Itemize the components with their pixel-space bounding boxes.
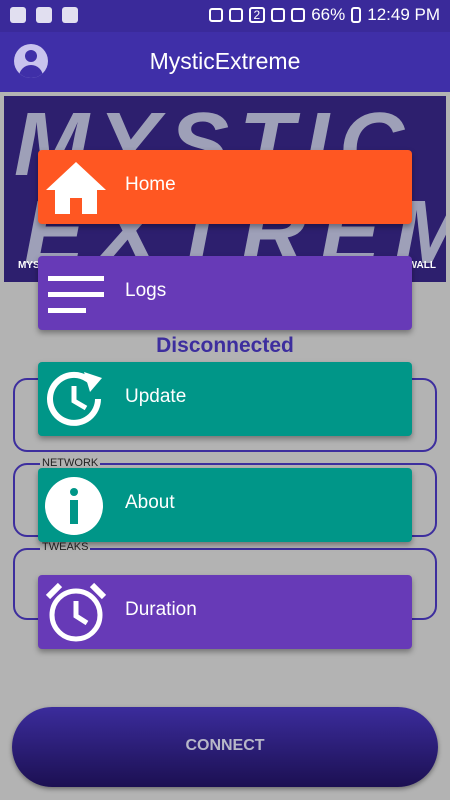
menu-item-home[interactable]: Home: [38, 150, 412, 224]
image-icon: [62, 7, 78, 23]
signal-icon: [271, 8, 286, 22]
home-icon: [46, 162, 106, 214]
alarm-icon: [208, 8, 223, 22]
update-icon: [47, 371, 102, 426]
app-bar: MysticExtreme: [0, 32, 450, 92]
menu-item-label: Update: [125, 386, 187, 407]
banner-tag-left: MYS: [18, 260, 40, 271]
messenger-icon: [36, 7, 52, 23]
wifi-icon: [228, 8, 243, 22]
connect-button-label: CONNECT: [185, 737, 265, 754]
connection-status: Disconnected: [156, 334, 294, 357]
tweaks-label: TWEAKS: [40, 541, 91, 553]
connect-button[interactable]: CONNECT: [12, 707, 438, 787]
status-bar: 2 66% 12:49 PM: [0, 0, 450, 32]
sim-indicator: 2: [248, 7, 266, 23]
notification-icons: [10, 7, 78, 23]
messenger-icon: [10, 7, 26, 23]
menu-item-label: Logs: [125, 280, 167, 301]
battery-text: 66%: [311, 5, 346, 24]
menu-item-about[interactable]: About: [38, 468, 412, 542]
clock: 12:49 PM: [367, 5, 440, 24]
app-title: MysticExtreme: [149, 48, 301, 74]
menu-item-label: Duration: [125, 599, 197, 620]
mute-icon: [291, 8, 306, 22]
info-icon: [45, 477, 103, 535]
list-icon: [48, 276, 104, 313]
menu-item-duration[interactable]: Duration: [38, 575, 412, 649]
status-indicators: 2 66% 12:49 PM: [208, 5, 440, 25]
menu-item-logs[interactable]: Logs: [38, 256, 412, 330]
menu-item-update[interactable]: Update: [38, 362, 412, 436]
menu-item-label: Home: [125, 174, 176, 195]
menu-item-label: About: [125, 492, 175, 513]
battery-icon: [351, 7, 362, 23]
alarm-clock-icon: [45, 582, 107, 642]
